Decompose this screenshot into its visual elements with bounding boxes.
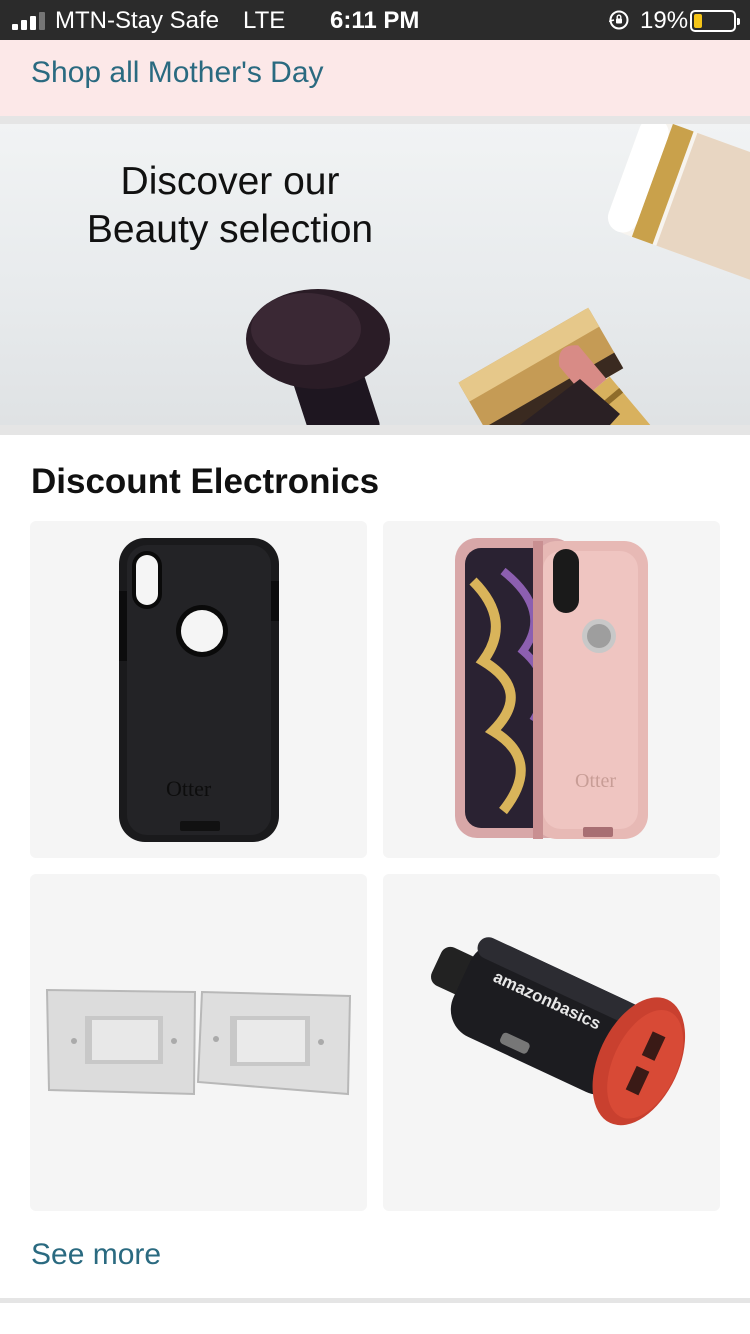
see-more-link[interactable]: See more — [31, 1238, 161, 1272]
promo-strip: Shop all Mother's Day — [0, 40, 750, 116]
otter-brand-mark: Otter — [166, 776, 212, 801]
section-divider — [0, 425, 750, 435]
black-phone-case-image: Otter — [119, 538, 279, 842]
wall-plates-image — [45, 988, 352, 1096]
shop-mothers-day-link[interactable]: Shop all Mother's Day — [31, 56, 324, 90]
carrier-name: MTN-Stay Safe — [55, 7, 220, 34]
orientation-lock-icon — [608, 10, 629, 30]
otter-brand-mark: Otter — [575, 770, 616, 792]
product-tile-wall-plates[interactable] — [30, 874, 367, 1211]
beauty-banner[interactable]: Discover our Beauty selection — [0, 124, 750, 425]
clock: 6:11 PM — [330, 7, 420, 34]
product-tile-car-charger[interactable]: amazonbasics — [383, 874, 720, 1211]
car-charger-image: amazonbasics — [431, 937, 686, 1126]
network-type: LTE — [243, 7, 286, 34]
section-title: Discount Electronics — [31, 462, 380, 501]
beauty-title-line-2: Beauty selection — [86, 208, 374, 251]
section-divider — [0, 1298, 750, 1303]
battery-icon — [690, 10, 740, 32]
product-tile-black-case[interactable]: Otter — [30, 521, 367, 858]
status-bar: MTN-Stay Safe LTE 6:11 PM 19% — [0, 0, 750, 40]
product-tile-pink-case[interactable]: Otter — [383, 521, 720, 858]
beauty-banner-title: Discover our Beauty selection — [60, 158, 400, 254]
section-divider — [0, 116, 750, 124]
signal-icon — [12, 12, 46, 30]
battery-percent: 19% — [640, 7, 689, 34]
beauty-title-line-1: Discover our — [120, 160, 340, 203]
pink-phone-case-image: Otter — [455, 538, 648, 839]
